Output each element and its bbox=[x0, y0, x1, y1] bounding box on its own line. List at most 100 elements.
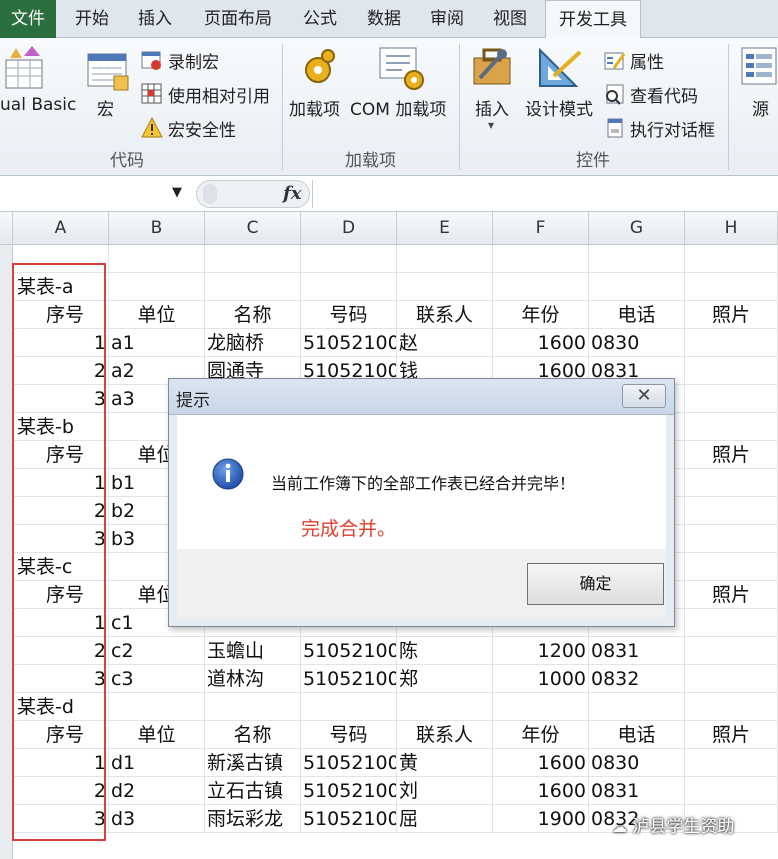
grid-cell[interactable]: 1000 bbox=[493, 665, 589, 693]
grid-cell[interactable]: 51052100( bbox=[301, 749, 397, 777]
design-mode-button[interactable]: 设计模式 bbox=[525, 95, 593, 120]
macro-security-button[interactable]: 宏安全性 bbox=[168, 116, 236, 141]
grid-cell[interactable]: 电话 bbox=[589, 721, 685, 749]
grid-cell[interactable]: 51052100( bbox=[301, 777, 397, 805]
grid-cell[interactable]: 照片 bbox=[685, 441, 778, 469]
grid-cell[interactable]: 龙脑桥 bbox=[205, 329, 301, 357]
ok-button[interactable]: 确定 bbox=[527, 563, 664, 605]
grid-cell[interactable] bbox=[397, 693, 493, 721]
grid-cell[interactable]: 雨坛彩龙 bbox=[205, 805, 301, 833]
name-box-dropdown-icon[interactable]: ▼ bbox=[172, 185, 182, 200]
tab-data[interactable]: 数据 bbox=[354, 0, 414, 38]
grid-cell[interactable] bbox=[205, 245, 301, 273]
grid-cell[interactable] bbox=[109, 273, 205, 301]
grid-cell[interactable] bbox=[301, 273, 397, 301]
grid-cell[interactable] bbox=[685, 525, 778, 553]
grid-cell[interactable]: 名称 bbox=[205, 301, 301, 329]
run-dialog-button[interactable]: 执行对话框 bbox=[630, 116, 715, 141]
grid-cell[interactable] bbox=[685, 385, 778, 413]
xml-source-button[interactable]: 源 bbox=[752, 95, 769, 120]
tab-insert[interactable]: 插入 bbox=[124, 0, 186, 38]
insert-function-fx-icon[interactable]: fx bbox=[283, 183, 301, 204]
grid-cell[interactable] bbox=[589, 273, 685, 301]
grid-cell[interactable]: 51052100( bbox=[301, 805, 397, 833]
grid-cell[interactable]: d2 bbox=[109, 777, 205, 805]
grid-cell[interactable] bbox=[205, 693, 301, 721]
grid-cell[interactable]: 51052100( bbox=[301, 637, 397, 665]
grid-cell[interactable] bbox=[493, 245, 589, 273]
grid-cell[interactable] bbox=[589, 245, 685, 273]
grid-cell[interactable] bbox=[397, 273, 493, 301]
grid-cell[interactable]: 0830 bbox=[589, 329, 685, 357]
grid-cell[interactable]: 照片 bbox=[685, 581, 778, 609]
insert-controls-button[interactable]: 插入 bbox=[475, 95, 509, 120]
grid-cell[interactable] bbox=[109, 245, 205, 273]
grid-cell[interactable]: 陈 bbox=[397, 637, 493, 665]
grid-cell[interactable] bbox=[685, 273, 778, 301]
grid-cell[interactable]: 号码 bbox=[301, 721, 397, 749]
grid-cell[interactable] bbox=[589, 693, 685, 721]
insert-dropdown-arrow-icon[interactable]: ▾ bbox=[488, 118, 494, 132]
grid-cell[interactable] bbox=[493, 273, 589, 301]
grid-cell[interactable]: c3 bbox=[109, 665, 205, 693]
grid-cell[interactable]: 号码 bbox=[301, 301, 397, 329]
grid-cell[interactable] bbox=[205, 273, 301, 301]
grid-cell[interactable] bbox=[301, 245, 397, 273]
grid-cell[interactable]: 0832 bbox=[589, 665, 685, 693]
dialog-title-bar[interactable]: 提示 ✕ bbox=[169, 379, 674, 415]
grid-cell[interactable]: a1 bbox=[109, 329, 205, 357]
grid-cell[interactable]: c2 bbox=[109, 637, 205, 665]
column-header[interactable]: D bbox=[301, 212, 397, 245]
column-header[interactable]: H bbox=[685, 212, 778, 245]
record-macro-button[interactable]: 录制宏 bbox=[168, 48, 219, 73]
grid-cell[interactable]: 1200 bbox=[493, 637, 589, 665]
grid-cell[interactable] bbox=[685, 413, 778, 441]
tab-formulas[interactable]: 公式 bbox=[290, 0, 350, 38]
tab-view[interactable]: 视图 bbox=[480, 0, 540, 38]
grid-cell[interactable]: 刘 bbox=[397, 777, 493, 805]
grid-cell[interactable]: 新溪古镇 bbox=[205, 749, 301, 777]
grid-cell[interactable] bbox=[685, 497, 778, 525]
macros-button[interactable]: 宏 bbox=[97, 95, 114, 120]
properties-button[interactable]: 属性 bbox=[630, 48, 664, 73]
grid-cell[interactable] bbox=[685, 637, 778, 665]
tab-review[interactable]: 审阅 bbox=[418, 0, 476, 38]
com-addins-button[interactable]: COM 加载项 bbox=[350, 95, 446, 120]
grid-cell[interactable]: d1 bbox=[109, 749, 205, 777]
tab-developer[interactable]: 开发工具 bbox=[545, 0, 641, 39]
name-box[interactable] bbox=[0, 181, 190, 207]
grid-cell[interactable] bbox=[685, 357, 778, 385]
visual-basic-button[interactable]: ual Basic bbox=[0, 95, 76, 115]
grid-cell[interactable] bbox=[397, 245, 493, 273]
grid-cell[interactable]: 年份 bbox=[493, 721, 589, 749]
column-header[interactable]: F bbox=[493, 212, 589, 245]
grid-cell[interactable]: 1600 bbox=[493, 777, 589, 805]
grid-cell[interactable]: 立石古镇 bbox=[205, 777, 301, 805]
grid-cell[interactable]: 屈 bbox=[397, 805, 493, 833]
grid-cell[interactable]: 郑 bbox=[397, 665, 493, 693]
grid-cell[interactable]: 道林沟 bbox=[205, 665, 301, 693]
grid-cell[interactable] bbox=[685, 329, 778, 357]
grid-cell[interactable]: 51052100( bbox=[301, 665, 397, 693]
grid-cell[interactable]: d3 bbox=[109, 805, 205, 833]
column-header[interactable]: C bbox=[205, 212, 301, 245]
view-code-button[interactable]: 查看代码 bbox=[630, 82, 698, 107]
grid-cell[interactable] bbox=[685, 777, 778, 805]
column-header[interactable]: B bbox=[109, 212, 205, 245]
column-header[interactable]: E bbox=[397, 212, 493, 245]
grid-cell[interactable] bbox=[493, 693, 589, 721]
grid-cell[interactable] bbox=[685, 469, 778, 497]
grid-cell[interactable]: 单位 bbox=[109, 301, 205, 329]
grid-cell[interactable]: 照片 bbox=[685, 721, 778, 749]
grid-cell[interactable]: 0830 bbox=[589, 749, 685, 777]
grid-cell[interactable]: 黄 bbox=[397, 749, 493, 777]
grid-cell[interactable]: 照片 bbox=[685, 301, 778, 329]
addins-button[interactable]: 加载项 bbox=[289, 95, 340, 120]
grid-cell[interactable]: 玉蟾山 bbox=[205, 637, 301, 665]
grid-cell[interactable]: 名称 bbox=[205, 721, 301, 749]
grid-cell[interactable]: 0831 bbox=[589, 637, 685, 665]
column-header[interactable]: G bbox=[589, 212, 685, 245]
grid-cell[interactable]: 年份 bbox=[493, 301, 589, 329]
grid-cell[interactable] bbox=[685, 665, 778, 693]
grid-cell[interactable] bbox=[685, 245, 778, 273]
